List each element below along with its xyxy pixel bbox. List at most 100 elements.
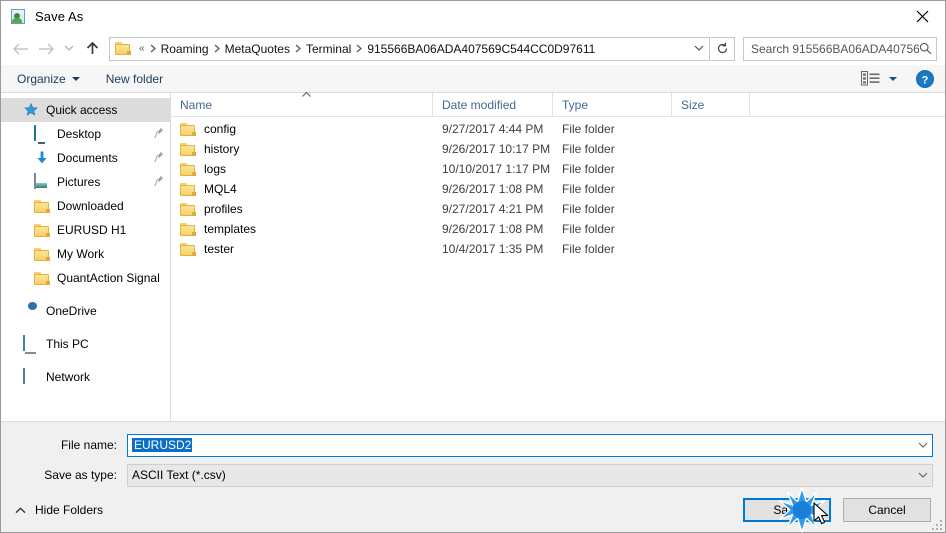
file-name-label: MQL4: [204, 182, 237, 196]
column-header-date-modified[interactable]: Date modified: [433, 93, 553, 116]
sidebar-item-documents[interactable]: Documents: [1, 146, 170, 170]
save-as-dialog: Save As « Roaming MetaQuotes Terminal 91…: [0, 0, 946, 533]
folder-icon: [34, 270, 50, 286]
filename-value: EURUSD2: [132, 438, 193, 452]
breadcrumb-overflow[interactable]: «: [136, 43, 148, 54]
column-header-size[interactable]: Size: [672, 93, 750, 116]
chevron-down-icon: [71, 76, 80, 81]
filename-dropdown-button[interactable]: [914, 442, 932, 449]
star-icon: [23, 102, 39, 118]
help-button[interactable]: ?: [915, 69, 935, 89]
sidebar-item-desktop[interactable]: Desktop: [1, 122, 170, 146]
savetype-dropdown-button[interactable]: [914, 472, 932, 479]
sidebar-item-quantaction-signal[interactable]: QuantAction Signal: [1, 266, 170, 290]
sidebar-item-downloaded[interactable]: Downloaded: [1, 194, 170, 218]
file-type-cell: File folder: [562, 162, 615, 176]
breadcrumb-item-terminal-id[interactable]: 915566BA06ADA407569C544CC0D97611: [364, 40, 598, 58]
sidebar-item-label: QuantAction Signal: [57, 271, 160, 285]
forward-button[interactable]: [33, 36, 59, 62]
picture-icon: [34, 173, 50, 190]
file-date-cell: 9/26/2017 10:17 PM: [442, 142, 551, 156]
file-list-pane: Name Date modified Type Size config 9/27…: [171, 91, 945, 421]
navigation-sidebar: Quick access Desktop Documents Pictures …: [1, 93, 171, 421]
sidebar-item-network[interactable]: Network: [1, 365, 170, 389]
breadcrumb-item-terminal[interactable]: Terminal: [303, 40, 354, 58]
sidebar-item-pictures[interactable]: Pictures: [1, 170, 170, 194]
pin-icon[interactable]: [154, 127, 164, 142]
table-row[interactable]: MQL4 9/26/2017 1:08 PM File folder: [171, 179, 945, 199]
save-form: File name: EURUSD2 Save as type: ASCII T…: [1, 421, 945, 488]
resize-grip-icon[interactable]: [930, 518, 942, 530]
file-date-cell: 9/26/2017 1:08 PM: [442, 182, 544, 196]
table-row[interactable]: logs 10/10/2017 1:17 PM File folder: [171, 159, 945, 179]
column-headers: Name Date modified Type Size: [171, 91, 945, 117]
table-row[interactable]: config 9/27/2017 4:44 PM File folder: [171, 119, 945, 139]
column-header-name[interactable]: Name: [171, 91, 433, 116]
sidebar-item-label: Pictures: [57, 175, 101, 189]
hide-folders-button[interactable]: Hide Folders: [11, 503, 103, 517]
new-folder-button[interactable]: New folder: [104, 65, 165, 92]
refresh-button[interactable]: [711, 36, 735, 61]
breadcrumb-chevron-icon: [295, 42, 301, 56]
sidebar-item-quick-access[interactable]: Quick access: [1, 98, 170, 122]
organize-button[interactable]: Organize: [15, 65, 82, 92]
file-name-cell: history: [171, 142, 433, 156]
folder-icon: [34, 222, 50, 238]
table-row[interactable]: profiles 9/27/2017 4:21 PM File folder: [171, 199, 945, 219]
close-button[interactable]: [899, 1, 945, 31]
sidebar-item-label: Network: [46, 370, 91, 384]
sidebar-item-label: Documents: [57, 151, 118, 165]
arrow-up-icon: [86, 41, 98, 54]
breadcrumb: « Roaming MetaQuotes Terminal 915566BA06…: [136, 40, 689, 58]
network-icon: [23, 368, 39, 385]
column-header-type[interactable]: Type: [553, 93, 672, 116]
file-type-cell: File folder: [562, 182, 615, 196]
breadcrumb-item-metaquotes[interactable]: MetaQuotes: [222, 40, 293, 58]
sidebar-item-onedrive[interactable]: OneDrive: [1, 299, 170, 323]
arrow-left-icon: [12, 42, 28, 55]
savetype-select[interactable]: ASCII Text (*.csv): [127, 463, 933, 487]
table-row[interactable]: tester 10/4/2017 1:35 PM File folder: [171, 239, 945, 259]
breadcrumb-item-roaming[interactable]: Roaming: [158, 40, 212, 58]
recent-locations-button[interactable]: [59, 36, 79, 62]
folder-icon: [34, 246, 50, 262]
save-label: Save: [773, 503, 801, 517]
search-input[interactable]: [751, 41, 919, 56]
chevron-up-icon: [15, 503, 26, 517]
folder-icon: [115, 41, 132, 56]
file-type-cell: File folder: [562, 122, 615, 136]
search-box[interactable]: [743, 36, 937, 61]
pin-icon[interactable]: [154, 175, 164, 190]
sidebar-item-my-work[interactable]: My Work: [1, 242, 170, 266]
file-name-cell: config: [171, 122, 433, 136]
column-header-label: Name: [180, 97, 213, 112]
address-dropdown-button[interactable]: [689, 38, 709, 60]
chevron-down-icon: [918, 472, 928, 478]
table-row[interactable]: history 9/26/2017 10:17 PM File folder: [171, 139, 945, 159]
file-name-cell: MQL4: [171, 182, 433, 196]
window-title: Save As: [35, 9, 84, 24]
pin-icon[interactable]: [154, 151, 164, 166]
sidebar-item-eurusd-h1[interactable]: EURUSD H1: [1, 218, 170, 242]
table-row[interactable]: templates 9/26/2017 1:08 PM File folder: [171, 219, 945, 239]
new-folder-label: New folder: [105, 71, 164, 86]
sidebar-item-label: This PC: [46, 337, 89, 351]
sidebar-item-this-pc[interactable]: This PC: [1, 332, 170, 356]
file-name-label: history: [204, 142, 240, 156]
filename-row: File name: EURUSD2: [13, 432, 933, 458]
chevron-down-icon: [889, 76, 897, 81]
address-bar[interactable]: « Roaming MetaQuotes Terminal 915566BA06…: [109, 36, 710, 61]
file-type-cell: File folder: [562, 242, 615, 256]
view-mode-button[interactable]: [861, 71, 897, 86]
cancel-button[interactable]: Cancel: [843, 498, 931, 522]
back-button[interactable]: [7, 36, 33, 62]
file-name-cell: templates: [171, 222, 433, 236]
up-button[interactable]: [79, 36, 105, 62]
breadcrumb-chevron-icon: [356, 42, 363, 56]
save-button[interactable]: Save: [743, 498, 831, 522]
column-header-label: Date modified: [442, 97, 517, 112]
arrow-right-icon: [38, 42, 54, 55]
filename-input[interactable]: EURUSD2: [127, 433, 933, 457]
folder-icon: [180, 142, 196, 156]
